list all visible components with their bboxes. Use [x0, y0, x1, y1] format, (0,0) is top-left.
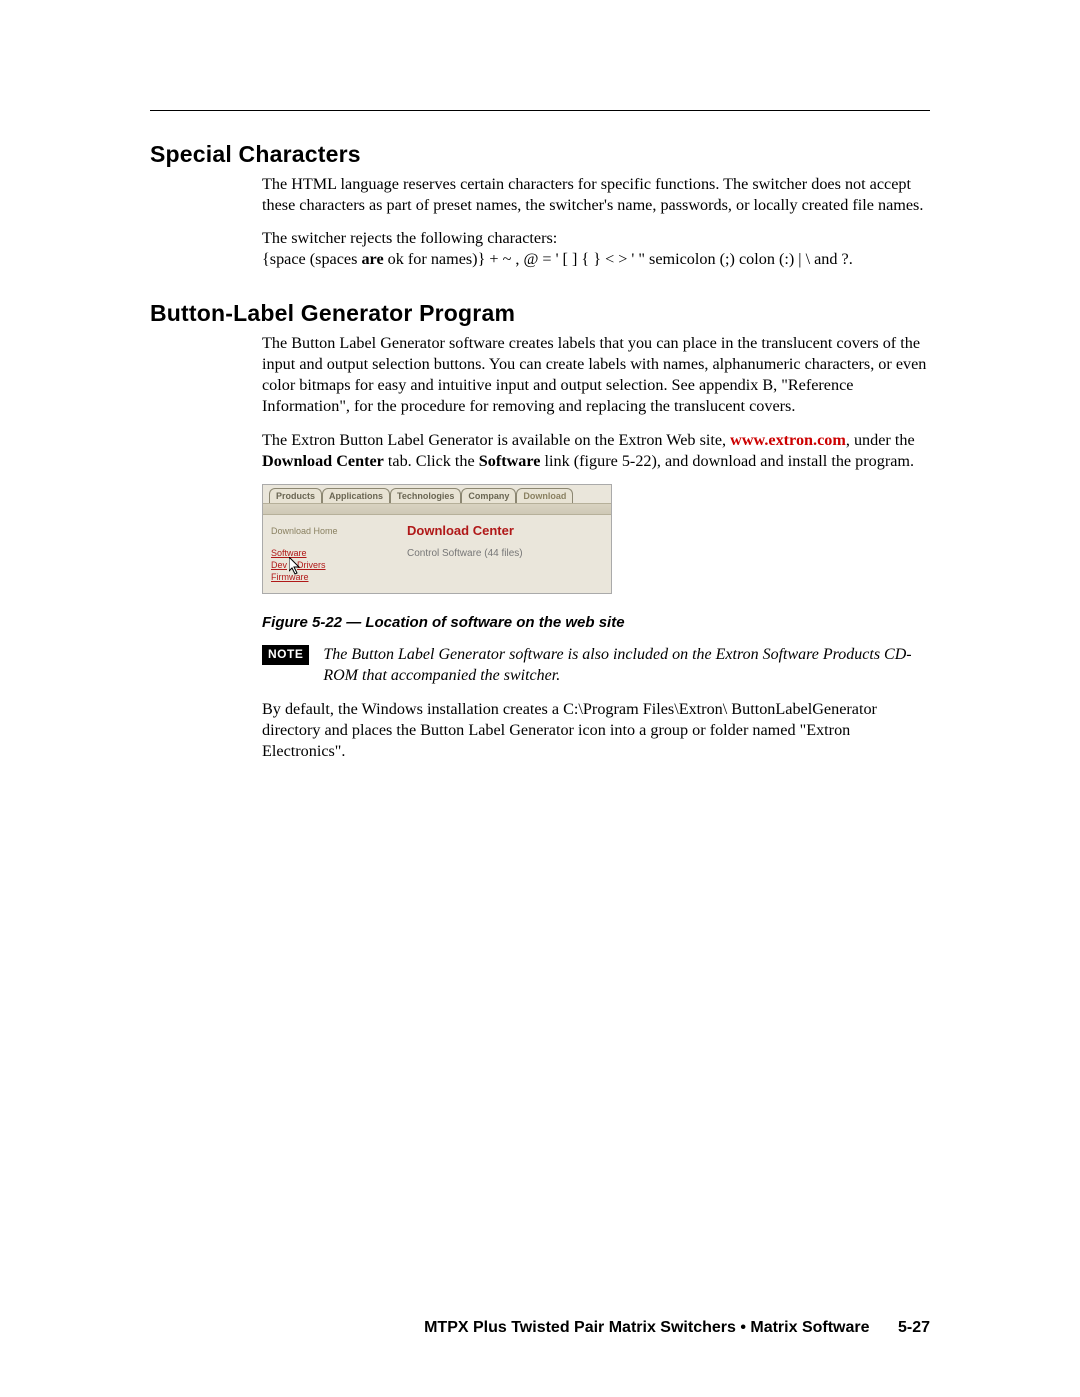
- heading-special-characters: Special Characters: [150, 141, 930, 168]
- figure-5-22-caption: Figure 5-22 — Location of software on th…: [262, 614, 930, 631]
- tab-download: Download: [516, 488, 573, 503]
- top-horizontal-rule: [150, 110, 930, 111]
- tab-technologies: Technologies: [390, 488, 461, 503]
- note-badge: NOTE: [262, 645, 309, 665]
- special-chars-list: The switcher rejects the following chara…: [262, 228, 930, 270]
- blg-p2-mid1: , under the: [846, 431, 915, 449]
- special-chars-intro: The HTML language reserves certain chara…: [262, 174, 930, 216]
- tab-products: Products: [269, 488, 322, 503]
- left-download-home: Download Home: [271, 525, 391, 537]
- screenshot-left-nav: Download Home Software Dev Drivers Firmw…: [263, 515, 399, 594]
- blg-p2-post: link (figure 5-22), and download and ins…: [540, 452, 914, 470]
- screenshot-toolbar: [263, 503, 611, 515]
- tab-applications: Applications: [322, 488, 390, 503]
- rejects-bold: are: [361, 250, 383, 268]
- right-text: Control Software (44 files): [407, 548, 603, 559]
- extron-link[interactable]: www.extron.com: [730, 431, 846, 449]
- download-center-bold: Download Center: [262, 452, 384, 470]
- heading-button-label-generator: Button-Label Generator Program: [150, 300, 930, 327]
- software-bold: Software: [479, 452, 541, 470]
- note-text: The Button Label Generator software is a…: [323, 645, 930, 687]
- blg-p2-mid2: tab. Click the: [384, 452, 479, 470]
- footer-page-number: 5-27: [898, 1319, 930, 1336]
- page-footer: MTPX Plus Twisted Pair Matrix Switchers …: [424, 1319, 930, 1337]
- blg-p2: The Extron Button Label Generator is ava…: [262, 430, 930, 472]
- left-link-dev: Dev: [271, 560, 287, 570]
- rejects-pre: {space (spaces: [262, 250, 361, 268]
- blg-p2-pre: The Extron Button Label Generator is ava…: [262, 431, 730, 449]
- footer-text: MTPX Plus Twisted Pair Matrix Switchers …: [424, 1319, 869, 1336]
- note-row: NOTE The Button Label Generator software…: [262, 645, 930, 687]
- cursor-icon: [289, 557, 303, 575]
- blg-p3: By default, the Windows installation cre…: [262, 699, 930, 762]
- screenshot-tabs: Products Applications Technologies Compa…: [263, 485, 611, 503]
- blg-p1: The Button Label Generator software crea…: [262, 333, 930, 417]
- screenshot-right-pane: Download Center Control Software (44 fil…: [399, 515, 611, 594]
- rejects-lead: The switcher rejects the following chara…: [262, 229, 557, 247]
- right-heading: Download Center: [407, 523, 603, 538]
- figure-5-22-screenshot: Products Applications Technologies Compa…: [262, 484, 612, 595]
- rejects-post: ok for names)} + ~ , @ = ' [ ] { } < > '…: [384, 250, 853, 268]
- tab-company: Company: [461, 488, 516, 503]
